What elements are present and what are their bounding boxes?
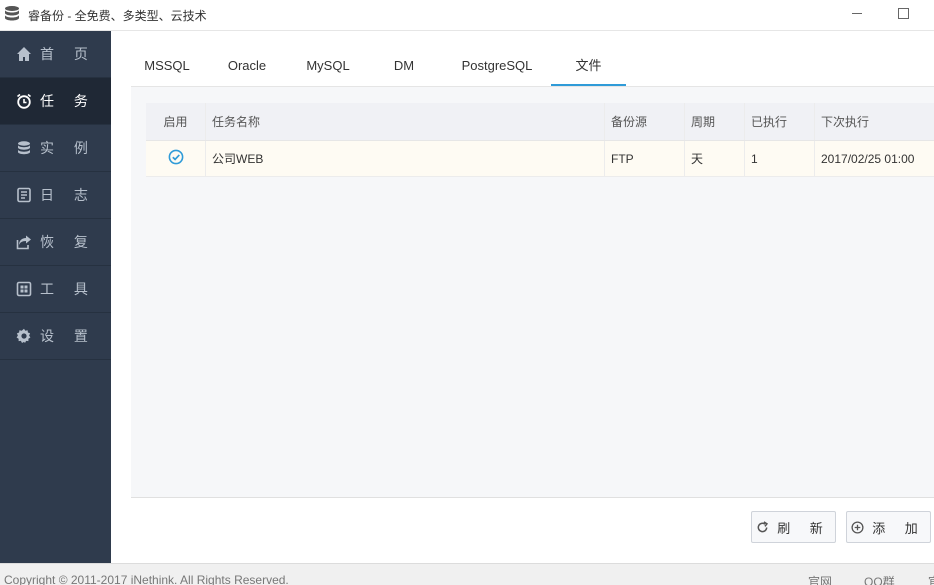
- status-bar: Copyright © 2011-2017 iNethink. All Righ…: [0, 563, 934, 585]
- database-icon: [16, 140, 32, 156]
- home-icon: [16, 46, 32, 62]
- sidebar: 首 页 任 务 实 例 日 志 恢 复 工 具 设 置: [0, 31, 111, 563]
- sidebar-item-label: 任 务: [40, 93, 96, 109]
- column-header-enabled[interactable]: 启用: [146, 103, 206, 140]
- refresh-icon: [756, 520, 769, 534]
- window-title: 睿备份 - 全免费、多类型、云技术: [28, 9, 207, 23]
- table-header: 启用 任务名称 备份源 周期 已执行 下次执行: [146, 103, 934, 141]
- qq-group-link[interactable]: QQ群: [864, 573, 895, 585]
- copyright-text: Copyright © 2011-2017 iNethink. All Righ…: [4, 573, 289, 585]
- tab-postgresql[interactable]: PostgreSQL: [443, 53, 551, 86]
- tab-files[interactable]: 文件: [551, 53, 626, 86]
- tab-mysql[interactable]: MySQL: [291, 53, 365, 86]
- sidebar-item-instances[interactable]: 实 例: [0, 125, 111, 172]
- task-table-area: 启用 任务名称 备份源 周期 已执行 下次执行 公司WEB FTP 天 1 20…: [131, 87, 934, 497]
- official-site-link[interactable]: 官网: [808, 573, 832, 585]
- toolbox-icon: [16, 281, 32, 297]
- alarm-clock-icon: [16, 93, 32, 109]
- period-cell: 天: [685, 141, 745, 176]
- sidebar-item-label: 实 例: [40, 140, 96, 156]
- tab-dm[interactable]: DM: [365, 53, 443, 86]
- column-header-period[interactable]: 周期: [685, 103, 745, 140]
- column-header-task-name[interactable]: 任务名称: [206, 103, 605, 140]
- log-icon: [16, 187, 32, 203]
- table-row[interactable]: 公司WEB FTP 天 1 2017/02/25 01:00: [146, 141, 934, 177]
- sidebar-item-label: 工 具: [40, 281, 96, 297]
- enabled-cell[interactable]: [146, 141, 206, 176]
- next-run-cell: 2017/02/25 01:00: [821, 151, 915, 166]
- tab-bar: MSSQL Oracle MySQL DM PostgreSQL 文件: [131, 53, 626, 86]
- add-label: 添 加: [872, 520, 926, 536]
- executed-cell: 1: [745, 141, 815, 176]
- minimize-button[interactable]: [849, 4, 865, 22]
- tab-oracle[interactable]: Oracle: [203, 53, 291, 86]
- database-icon: [4, 5, 20, 23]
- maximize-button[interactable]: [894, 4, 912, 22]
- refresh-button[interactable]: 刷 新: [751, 511, 836, 543]
- sidebar-item-restore[interactable]: 恢 复: [0, 219, 111, 266]
- share-icon: [16, 234, 32, 250]
- gear-icon: [16, 328, 32, 344]
- sidebar-item-label: 设 置: [40, 328, 96, 344]
- sidebar-item-label: 首 页: [40, 46, 96, 62]
- sidebar-item-home[interactable]: 首 页: [0, 31, 111, 78]
- add-button[interactable]: 添 加: [846, 511, 931, 543]
- sidebar-item-tasks[interactable]: 任 务: [0, 78, 111, 125]
- sidebar-item-settings[interactable]: 设 置: [0, 313, 111, 360]
- tab-mssql[interactable]: MSSQL: [131, 53, 203, 86]
- sidebar-item-logs[interactable]: 日 志: [0, 172, 111, 219]
- sidebar-item-label: 恢 复: [40, 234, 96, 250]
- source-cell: FTP: [605, 141, 685, 176]
- column-header-source[interactable]: 备份源: [605, 103, 685, 140]
- truncated-link[interactable]: 官: [928, 573, 934, 585]
- title-bar: 睿备份 - 全免费、多类型、云技术: [0, 0, 934, 31]
- sidebar-item-label: 日 志: [40, 187, 96, 203]
- check-circle-icon[interactable]: [168, 149, 184, 168]
- task-name-cell: 公司WEB: [206, 141, 605, 176]
- main-panel: MSSQL Oracle MySQL DM PostgreSQL 文件 启用 任…: [111, 31, 934, 563]
- action-bar: 刷 新 添 加: [131, 497, 934, 563]
- column-header-executed[interactable]: 已执行: [745, 103, 815, 140]
- refresh-label: 刷 新: [777, 520, 831, 536]
- sidebar-item-tools[interactable]: 工 具: [0, 266, 111, 313]
- plus-circle-icon: [851, 520, 864, 534]
- task-table: 启用 任务名称 备份源 周期 已执行 下次执行 公司WEB FTP 天 1 20…: [146, 103, 934, 177]
- column-header-next-run[interactable]: 下次执行: [815, 103, 934, 140]
